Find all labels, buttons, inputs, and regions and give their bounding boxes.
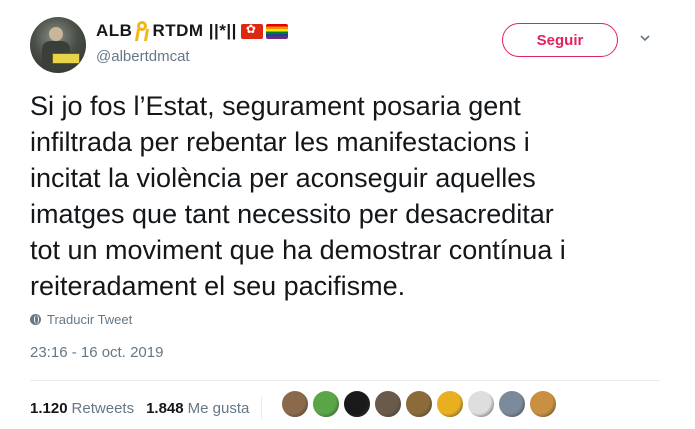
likes-stat[interactable]: 1.848 Me gusta: [146, 400, 249, 417]
liker-avatar[interactable]: [498, 390, 526, 418]
likes-count: 1.848: [146, 399, 184, 417]
display-name[interactable]: ALB RTDM ||*||: [96, 21, 288, 41]
liker-avatars: [281, 390, 560, 418]
follow-button[interactable]: Seguir: [502, 23, 618, 57]
liker-avatar[interactable]: [281, 390, 309, 418]
rainbow-flag-icon: [265, 23, 288, 39]
display-name-part2: RTDM ||*||: [152, 21, 237, 40]
yellow-ribbon-icon: [135, 21, 149, 41]
avatar[interactable]: [30, 17, 86, 73]
likes-label: Me gusta: [187, 399, 250, 417]
stats-separator: [261, 396, 263, 420]
divider: [30, 380, 660, 381]
tweet-text: Si jo fos l’Estat, segurament posaria ge…: [30, 91, 566, 301]
globe-icon: [30, 314, 41, 325]
liker-avatar[interactable]: [467, 390, 495, 418]
translate-label: Traducir Tweet: [47, 312, 133, 327]
liker-avatar[interactable]: [405, 390, 433, 418]
display-name-part1: ALB: [96, 21, 133, 40]
tweet-timestamp[interactable]: 23:16 - 16 oct. 2019: [30, 344, 163, 361]
liker-avatar[interactable]: [436, 390, 464, 418]
avatar-head: [49, 27, 63, 41]
user-handle[interactable]: @albertdmcat: [96, 48, 190, 65]
chevron-down-icon[interactable]: [640, 33, 650, 43]
liker-avatar[interactable]: [343, 390, 371, 418]
tweet-header: ALB RTDM ||*|| @albertdmcat Seguir: [30, 17, 670, 77]
avatar-sign: [52, 53, 80, 64]
hong-kong-flag-icon: [240, 22, 263, 39]
tweet-stats: 1.120 Retweets 1.848 Me gusta: [30, 396, 263, 420]
retweets-count: 1.120: [30, 399, 68, 417]
translate-tweet-link[interactable]: Traducir Tweet: [30, 312, 132, 327]
liker-avatar[interactable]: [374, 390, 402, 418]
liker-avatar[interactable]: [529, 390, 557, 418]
retweets-label: Retweets: [71, 399, 135, 417]
retweets-stat[interactable]: 1.120 Retweets: [30, 400, 134, 417]
liker-avatar[interactable]: [312, 390, 340, 418]
